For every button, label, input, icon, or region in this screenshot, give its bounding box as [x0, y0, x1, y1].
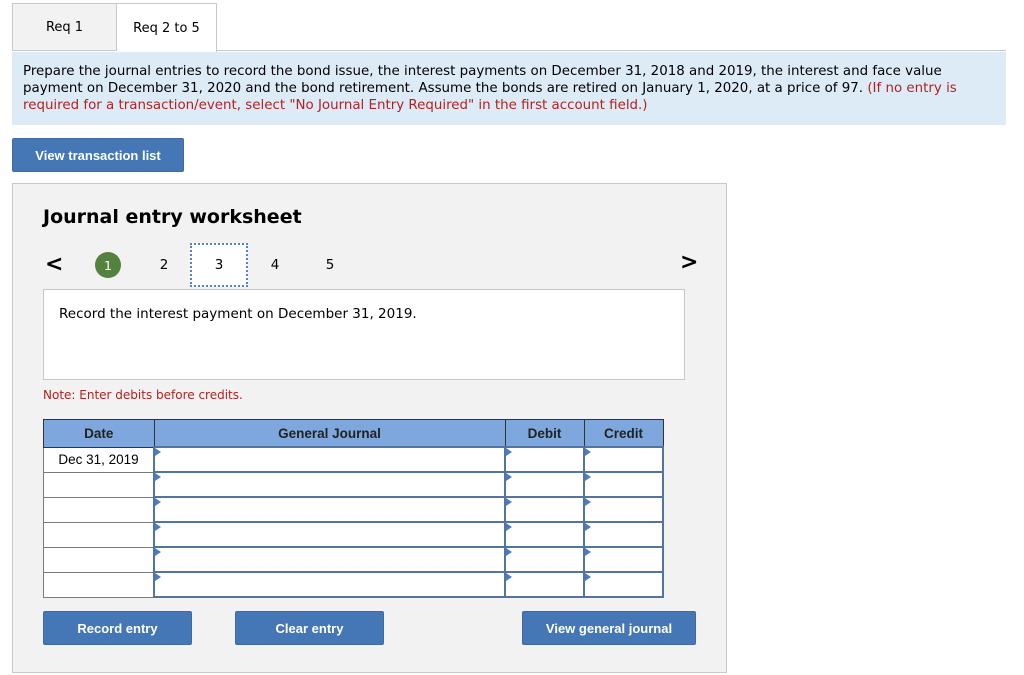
account-input[interactable] [153, 446, 506, 473]
journal-entry-worksheet-panel: Journal entry worksheet < 1 2 3 4 5 > Re… [12, 183, 727, 673]
account-input[interactable] [153, 546, 506, 573]
clear-entry-button[interactable]: Clear entry [235, 611, 384, 645]
header-credit: Credit [583, 419, 664, 448]
step-2[interactable]: 2 [151, 252, 177, 278]
debit-input[interactable] [504, 471, 585, 498]
requirement-tabs: Req 1 Req 2 to 5 [12, 3, 217, 52]
date-cell[interactable] [43, 546, 155, 573]
account-input[interactable] [153, 521, 506, 548]
debits-note: Note: Enter debits before credits. [43, 388, 243, 402]
debit-input[interactable] [504, 496, 585, 523]
credit-input[interactable] [583, 546, 664, 573]
header-general-journal: General Journal [153, 419, 506, 448]
transaction-prompt: Record the interest payment on December … [59, 306, 417, 322]
header-date: Date [43, 419, 155, 448]
table-row: Dec 31, 2019 [43, 446, 664, 473]
credit-input[interactable] [583, 471, 664, 498]
tab-req-2-to-5[interactable]: Req 2 to 5 [117, 3, 217, 52]
table-row [43, 546, 664, 573]
date-cell[interactable] [43, 471, 155, 498]
journal-table: Date General Journal Debit Credit Dec 31… [43, 419, 664, 598]
next-arrow-icon[interactable]: > [680, 250, 698, 275]
instructions-box: Prepare the journal entries to record th… [12, 52, 1006, 125]
credit-input[interactable] [583, 496, 664, 523]
account-input[interactable] [153, 471, 506, 498]
record-entry-button[interactable]: Record entry [43, 611, 192, 645]
view-transaction-list-button[interactable]: View transaction list [12, 138, 184, 172]
table-row [43, 496, 664, 523]
debit-input[interactable] [504, 446, 585, 473]
date-cell: Dec 31, 2019 [43, 446, 155, 473]
account-input[interactable] [153, 571, 506, 598]
table-row [43, 521, 664, 548]
date-cell[interactable] [43, 496, 155, 523]
journal-table-header: Date General Journal Debit Credit [43, 419, 664, 448]
account-input[interactable] [153, 496, 506, 523]
step-3-current[interactable]: 3 [190, 243, 248, 287]
date-cell[interactable] [43, 521, 155, 548]
debit-input[interactable] [504, 571, 585, 598]
step-5[interactable]: 5 [317, 252, 343, 278]
instructions-text: Prepare the journal entries to record th… [23, 64, 942, 96]
worksheet-title: Journal entry worksheet [43, 206, 302, 228]
step-4[interactable]: 4 [262, 252, 288, 278]
view-general-journal-button[interactable]: View general journal [522, 611, 696, 645]
table-row [43, 571, 664, 598]
step-1-completed[interactable]: 1 [95, 252, 121, 278]
table-row [43, 471, 664, 498]
previous-arrow-icon[interactable]: < [45, 252, 63, 277]
tab-req-1[interactable]: Req 1 [12, 3, 117, 51]
transaction-prompt-box: Record the interest payment on December … [43, 289, 685, 380]
debit-input[interactable] [504, 546, 585, 573]
credit-input[interactable] [583, 446, 664, 473]
credit-input[interactable] [583, 521, 664, 548]
date-cell[interactable] [43, 571, 155, 598]
credit-input[interactable] [583, 571, 664, 598]
debit-input[interactable] [504, 521, 585, 548]
header-debit: Debit [504, 419, 585, 448]
